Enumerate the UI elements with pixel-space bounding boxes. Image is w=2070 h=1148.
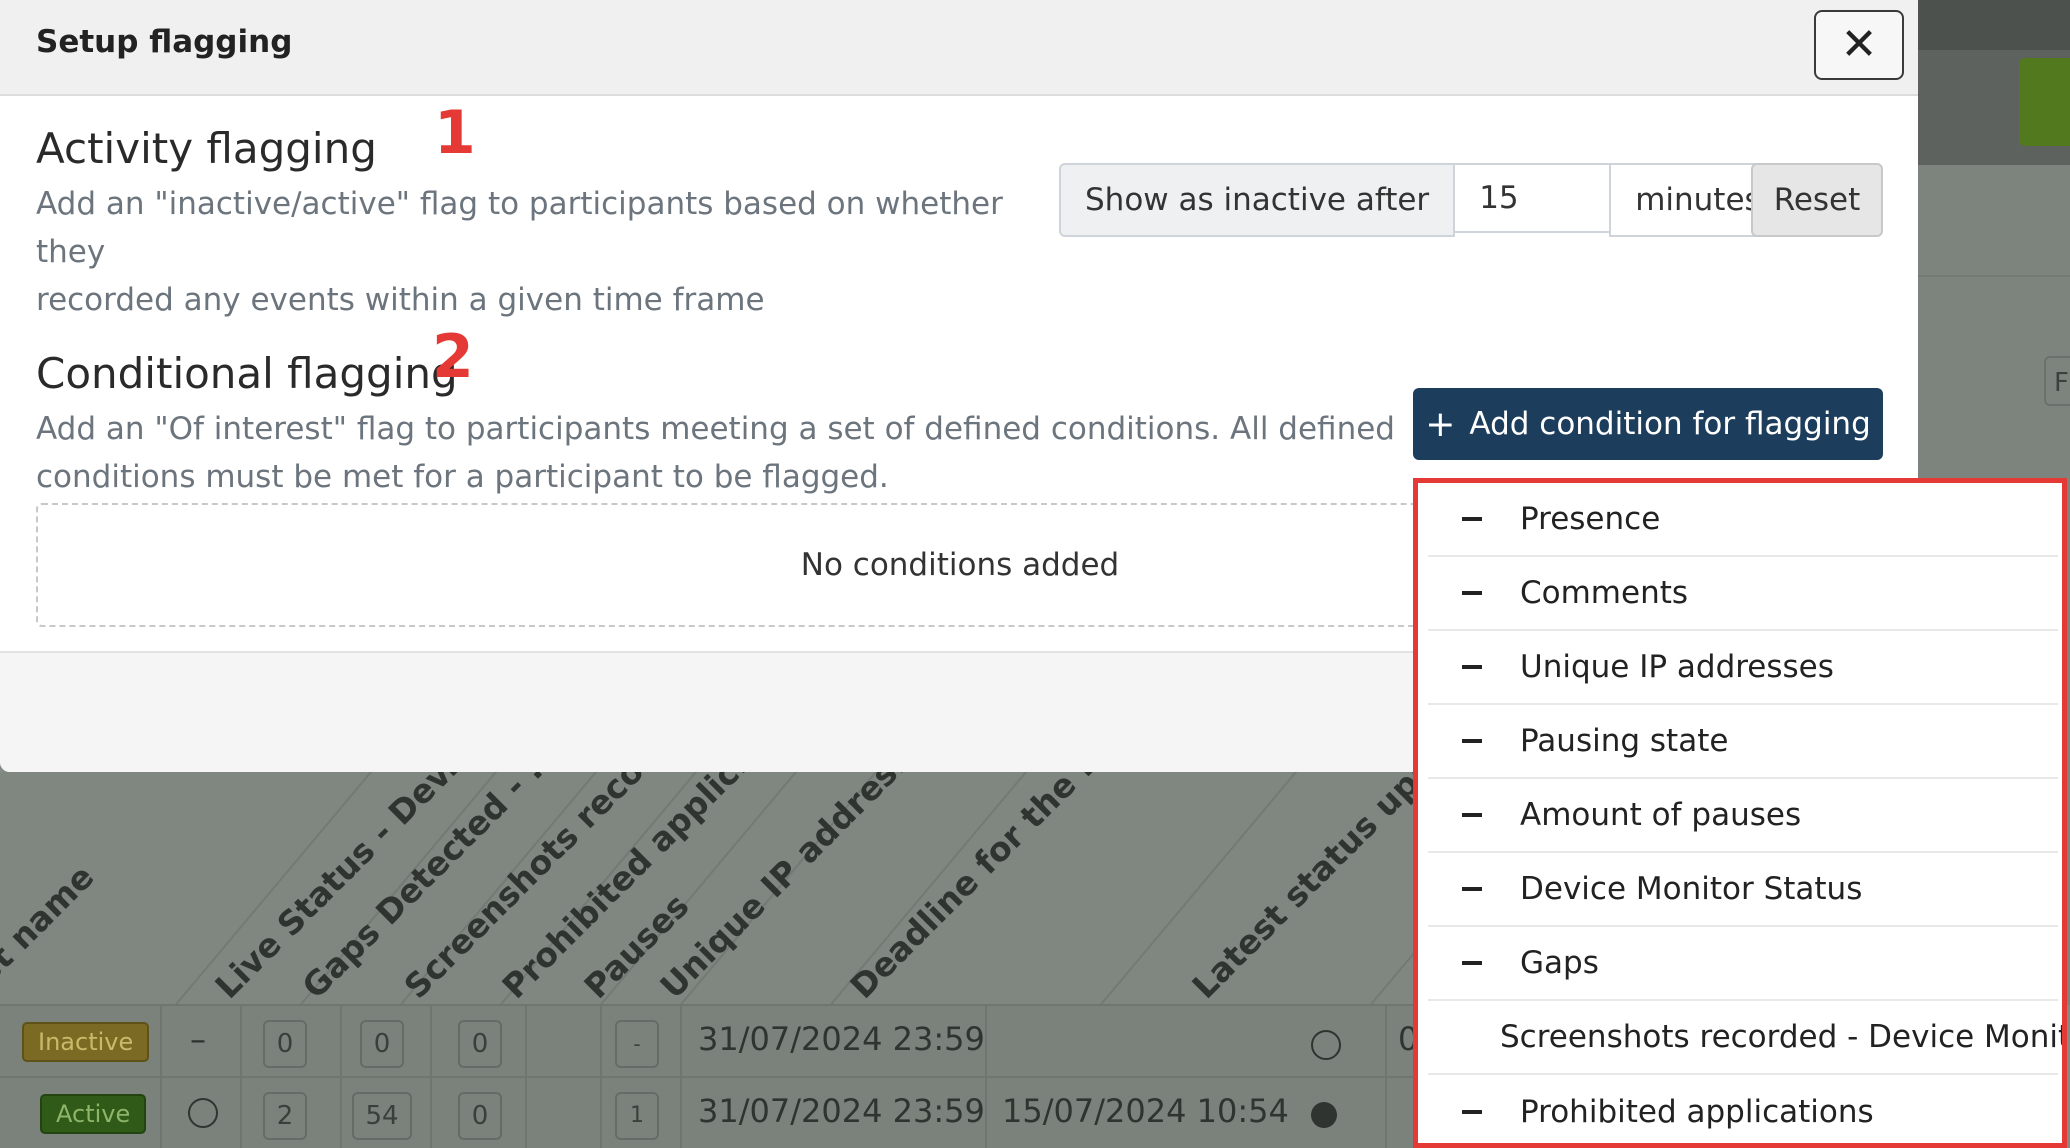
column-deadline: Deadline for the ...: [842, 772, 1119, 1004]
menu-item-device-monitor-status[interactable]: Device Monitor Status: [1428, 853, 2058, 927]
prohibited-value: 0: [458, 1092, 502, 1140]
dash-icon: [1462, 517, 1482, 521]
background-filter-chip: F: [2044, 356, 2070, 406]
menu-item-gaps[interactable]: Gaps: [1428, 927, 2058, 1001]
gaps-value: 2: [263, 1092, 307, 1140]
plus-icon: +: [1425, 403, 1456, 445]
activity-description-line-1: Add an "inactive/active" flag to partici…: [36, 186, 1003, 270]
conditional-flagging-title: Conditional flagging: [36, 349, 458, 398]
reset-button[interactable]: Reset: [1751, 163, 1883, 237]
annotation-marker-2: 2: [432, 322, 474, 392]
conditional-description-line-1: Add an "Of interest" flag to participant…: [36, 411, 1395, 447]
dash-icon: [1462, 739, 1482, 743]
status-badge: Active: [40, 1094, 147, 1134]
dropdown-caret: [1636, 460, 1664, 474]
activity-flagging-title: Activity flagging: [36, 124, 377, 173]
menu-item-presence[interactable]: Presence: [1428, 483, 2058, 557]
status-badge: Inactive: [22, 1022, 150, 1062]
close-icon: ✕: [1840, 19, 1878, 70]
column-last-name: ast name: [0, 857, 102, 1004]
dash-icon: [1462, 887, 1482, 891]
condition-dropdown-menu: Presence Comments Unique IP addresses Pa…: [1413, 478, 2067, 1148]
dash-icon: [1462, 665, 1482, 669]
deadline-value: 31/07/2024 23:59: [698, 1092, 985, 1130]
screenshots-value: 54: [352, 1092, 412, 1140]
inactive-after-label: Show as inactive after: [1059, 163, 1456, 237]
screenshots-value: 0: [360, 1020, 404, 1068]
inactive-threshold-group: Show as inactive after minutes: [1059, 163, 1787, 237]
live-status-value: –: [190, 1020, 206, 1058]
conditional-description-line-2: conditions must be met for a participant…: [36, 459, 889, 495]
dash-icon: [1462, 961, 1482, 965]
add-condition-label: Add condition for flagging: [1469, 406, 1871, 442]
menu-item-prohibited-applications[interactable]: Prohibited applications: [1428, 1075, 2058, 1143]
pauses-value: -: [615, 1020, 659, 1068]
annotation-marker-1: 1: [434, 98, 476, 168]
dash-icon: [1462, 813, 1482, 817]
background-action-button: [2019, 58, 2070, 146]
dash-icon: [1462, 591, 1482, 595]
inactive-minutes-input[interactable]: [1455, 163, 1610, 233]
menu-item-comments[interactable]: Comments: [1428, 557, 2058, 631]
add-condition-button[interactable]: + Add condition for flagging: [1413, 388, 1883, 460]
deadline-value: 31/07/2024 23:59: [698, 1020, 985, 1058]
modal-title: Setup flagging: [36, 24, 293, 60]
menu-item-pausing-state[interactable]: Pausing state: [1428, 705, 2058, 779]
conditional-flagging-description: Add an "Of interest" flag to participant…: [36, 405, 1396, 501]
status-circle-icon: [1311, 1030, 1341, 1060]
live-status-circle-icon: [188, 1098, 218, 1128]
close-button[interactable]: ✕: [1814, 10, 1904, 80]
activity-description-line-2: recorded any events within a given time …: [36, 282, 765, 318]
activity-flagging-description: Add an "inactive/active" flag to partici…: [36, 180, 1036, 324]
gaps-value: 0: [263, 1020, 307, 1068]
latest-status-value: 15/07/2024 10:54: [1002, 1092, 1289, 1130]
background-topbar: [1900, 0, 2070, 50]
pauses-value: 1: [615, 1092, 659, 1140]
menu-item-amount-of-pauses[interactable]: Amount of pauses: [1428, 779, 2058, 853]
dash-icon: [1462, 1110, 1482, 1114]
modal-header: Setup flagging ✕: [0, 0, 1918, 96]
menu-item-screenshots-recorded[interactable]: Screenshots recorded - Device Monitor: [1428, 1001, 2062, 1075]
menu-item-unique-ip-addresses[interactable]: Unique IP addresses: [1428, 631, 2058, 705]
prohibited-value: 0: [458, 1020, 502, 1068]
status-dot-icon: [1311, 1102, 1337, 1128]
